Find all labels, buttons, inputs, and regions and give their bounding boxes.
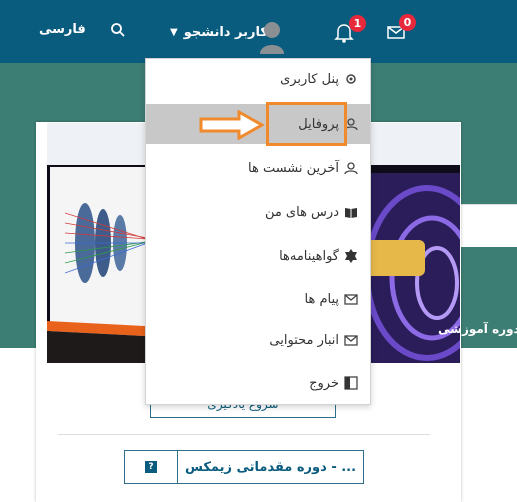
menu-item-content-bank[interactable]: انبار محتوایی: [146, 320, 370, 360]
help-button[interactable]: ?: [125, 451, 178, 483]
related-course-title: دوره مقدماتی زیمکس - ...: [184, 459, 357, 475]
menu-item-messages[interactable]: پیام ها: [146, 279, 370, 319]
language-selector[interactable]: فارسی: [39, 22, 86, 37]
user-icon: [344, 162, 358, 175]
yellow-sign: [365, 240, 425, 276]
menu-item-label: گواهینامه‌ها: [279, 248, 339, 264]
certificate-icon: [345, 249, 357, 263]
menu-item-certificates[interactable]: گواهینامه‌ها: [146, 236, 370, 276]
chevron-down-icon: ▼: [170, 26, 178, 38]
menu-item-my-courses[interactable]: درس های من: [146, 192, 370, 232]
message-badge: 0: [399, 14, 416, 31]
related-course-button[interactable]: ? دوره مقدماتی زیمکس - ...: [124, 450, 364, 484]
annotation-highlight-box: [266, 102, 347, 146]
top-navbar: فارسی ▼ کاربر دانشجو 1 0: [0, 0, 517, 63]
book-icon: [345, 208, 357, 218]
menu-item-label: پیام ها: [304, 291, 340, 307]
menu-item-label: خروج: [309, 375, 339, 391]
divider: [58, 434, 430, 435]
gear-icon: [346, 74, 356, 84]
course-title: دوره آموزشی: [438, 322, 517, 336]
mail-icon: [344, 335, 358, 346]
search-icon[interactable]: [110, 22, 126, 38]
menu-item-sessions[interactable]: آخرین نشست ها: [146, 148, 370, 188]
user-name: کاربر دانشجو: [183, 24, 268, 40]
avatar[interactable]: [258, 20, 286, 54]
logout-icon: [344, 376, 358, 390]
side-panel: [461, 204, 517, 247]
menu-item-label: آخرین نشست ها: [248, 160, 339, 176]
menu-item-dashboard[interactable]: پنل کاربری: [146, 59, 370, 99]
user-menu-toggle[interactable]: ▼ کاربر دانشجو: [170, 18, 268, 46]
menu-item-label: انبار محتوایی: [269, 332, 339, 348]
help-icon: ?: [145, 461, 157, 473]
mail-icon: [344, 294, 358, 305]
annotation-arrow-icon: [199, 110, 265, 140]
menu-item-label: درس های من: [264, 204, 339, 220]
menu-item-logout[interactable]: خروج: [146, 363, 370, 403]
notification-badge: 1: [349, 15, 366, 32]
menu-item-label: پنل کاربری: [280, 71, 339, 87]
